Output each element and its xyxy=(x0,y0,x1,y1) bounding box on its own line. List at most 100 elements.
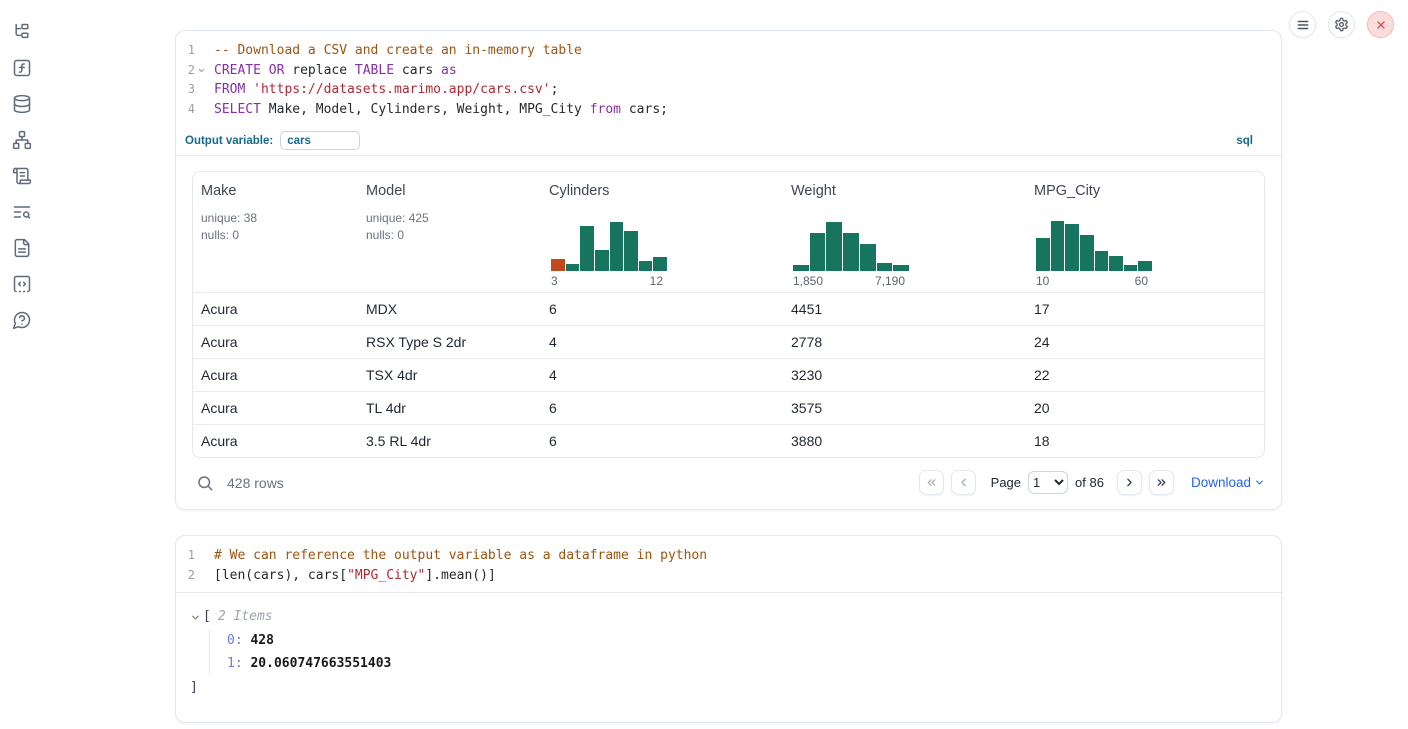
sql-code-editor[interactable]: 1-- Download a CSV and create an in-memo… xyxy=(176,31,1281,126)
column-header-mpg_city[interactable]: MPG_City1060 xyxy=(1026,172,1264,292)
page-label: Page xyxy=(991,475,1021,490)
table-cell: 3575 xyxy=(783,392,1026,424)
table-cell: RSX Type S 2dr xyxy=(358,326,541,358)
next-page-button[interactable] xyxy=(1117,470,1142,495)
fold-chevron-icon[interactable] xyxy=(195,61,207,81)
table-row: AcuraRSX Type S 2dr4277824 xyxy=(193,325,1264,358)
column-header-weight[interactable]: Weight1,8507,190 xyxy=(783,172,1026,292)
search-icon xyxy=(196,474,214,492)
table-cell: 3230 xyxy=(783,359,1026,391)
histogram-max-label: 12 xyxy=(650,274,663,288)
prev-page-button[interactable] xyxy=(951,470,976,495)
table-cell: 4451 xyxy=(783,293,1026,325)
histogram-bar xyxy=(810,233,826,271)
histogram-max-label: 7,190 xyxy=(875,274,905,288)
table-footer: 428 rows Page 1 of 86 xyxy=(192,458,1265,509)
column-header-cylinders[interactable]: Cylinders 312 xyxy=(541,172,783,292)
tree-entry: 0: 428 xyxy=(227,630,1265,653)
table-cell: Acura xyxy=(193,425,358,457)
line-number: 2 xyxy=(176,61,195,81)
histogram-max-label: 60 xyxy=(1135,274,1148,288)
page-total-label: of 86 xyxy=(1075,475,1104,490)
table-cell: Acura xyxy=(193,293,358,325)
column-header-model[interactable]: Modelunique: 425nulls: 0 xyxy=(358,172,541,292)
function-square-icon[interactable] xyxy=(12,58,32,78)
histogram-bar xyxy=(580,226,594,271)
table-cell: TL 4dr xyxy=(358,392,541,424)
tree-entry-value: 20.060747663551403 xyxy=(243,656,392,671)
table-body: AcuraMDX6445117AcuraRSX Type S 2dr427782… xyxy=(193,292,1264,457)
table-cell: TSX 4dr xyxy=(358,359,541,391)
network-icon[interactable] xyxy=(12,130,32,150)
document-icon[interactable] xyxy=(12,238,32,258)
data-table: Make unique: 38nulls: 0Modelunique: 425nu… xyxy=(192,171,1265,458)
histogram-bar xyxy=(877,263,893,271)
column-histogram: 312 xyxy=(551,218,667,288)
page-select[interactable]: 1 xyxy=(1028,471,1068,494)
code-line: 2[len(cars), cars["MPG_City"].mean()] xyxy=(176,566,1281,586)
help-icon[interactable] xyxy=(12,310,32,330)
pagination: Page 1 of 86 Download xyxy=(919,470,1265,495)
notebook: 1-- Download a CSV and create an in-memo… xyxy=(175,30,1282,723)
table-cell: 24 xyxy=(1026,326,1264,358)
first-page-button[interactable] xyxy=(919,470,944,495)
code-line: 1# We can reference the output variable … xyxy=(176,546,1281,566)
histogram-min-label: 10 xyxy=(1036,274,1049,288)
histogram-bar xyxy=(793,265,809,271)
column-header-make[interactable]: Make unique: 38nulls: 0 xyxy=(193,172,358,292)
chevrons-left-icon xyxy=(925,476,938,489)
histogram-bar xyxy=(1036,238,1050,271)
tree-entries: 0: 4281: 20.060747663551403 xyxy=(209,630,1265,675)
histogram-bar xyxy=(1080,235,1094,271)
scroll-icon[interactable] xyxy=(12,166,32,186)
tree-entry-value: 428 xyxy=(243,633,274,648)
chevron-down-icon xyxy=(1254,477,1265,488)
row-count: 428 rows xyxy=(227,475,284,491)
tree-collapse-chevron-icon[interactable] xyxy=(190,612,203,623)
table-row: AcuraMDX6445117 xyxy=(193,292,1264,325)
table-cell: Acura xyxy=(193,326,358,358)
python-code-editor[interactable]: 1# We can reference the output variable … xyxy=(176,536,1281,592)
sql-cell-output: Make unique: 38nulls: 0Modelunique: 425nu… xyxy=(176,156,1281,509)
tree-entry: 1: 20.060747663551403 xyxy=(227,653,1265,676)
download-label: Download xyxy=(1191,475,1251,490)
sql-cell: 1-- Download a CSV and create an in-memo… xyxy=(175,30,1282,510)
output-variable-label: Output variable: xyxy=(185,135,273,147)
histogram-bar xyxy=(566,264,580,271)
output-variable-row: Output variable: sql xyxy=(176,126,1281,156)
last-page-button[interactable] xyxy=(1149,470,1174,495)
search-button[interactable] xyxy=(196,474,214,492)
download-button[interactable]: Download xyxy=(1191,475,1265,490)
column-title: Make xyxy=(201,183,350,199)
notebook-actions xyxy=(1289,11,1394,38)
search-list-icon[interactable] xyxy=(12,202,32,222)
output-variable-input[interactable] xyxy=(280,131,360,150)
line-number: 1 xyxy=(176,41,195,61)
histogram-bar xyxy=(1095,251,1109,271)
table-cell: 2778 xyxy=(783,326,1026,358)
histogram-bar xyxy=(1138,261,1152,271)
histogram-bar xyxy=(653,257,667,271)
chevron-right-icon xyxy=(1123,476,1136,489)
menu-button[interactable] xyxy=(1289,11,1316,38)
histogram-bar xyxy=(551,259,565,271)
language-badge: sql xyxy=(1236,135,1253,147)
file-tree-icon[interactable] xyxy=(12,22,32,42)
python-cell-output: [ 2 Items 0: 4281: 20.060747663551403 ] xyxy=(176,593,1281,722)
code-line: 3FROM 'https://datasets.marimo.app/cars.… xyxy=(176,80,1281,100)
database-icon[interactable] xyxy=(12,94,32,114)
histogram-bar xyxy=(1124,265,1138,271)
table-cell: 6 xyxy=(541,425,783,457)
table-cell: 17 xyxy=(1026,293,1264,325)
settings-button[interactable] xyxy=(1328,11,1355,38)
tree-close-bracket: ] xyxy=(190,678,198,698)
tree-entry-key: 0: xyxy=(227,633,243,648)
column-title: Cylinders xyxy=(549,183,775,199)
histogram-bar xyxy=(1051,221,1065,271)
column-stats: unique: 38nulls: 0 xyxy=(201,210,350,243)
code-snippet-icon[interactable] xyxy=(12,274,32,294)
table-cell: 22 xyxy=(1026,359,1264,391)
shutdown-button[interactable] xyxy=(1367,11,1394,38)
histogram-bar xyxy=(843,233,859,271)
chevron-left-icon xyxy=(957,476,970,489)
